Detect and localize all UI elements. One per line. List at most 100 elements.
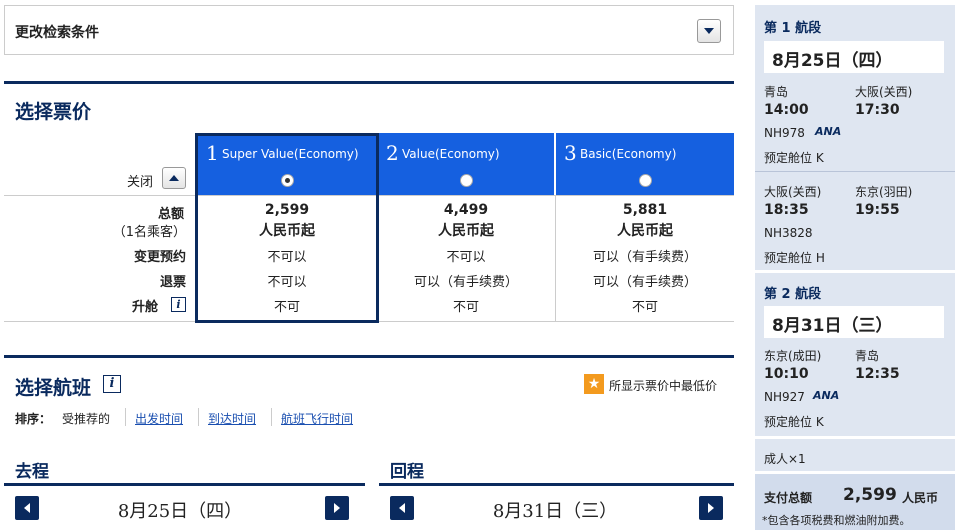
sort-arrival-time[interactable]: 到达时间 [208, 410, 256, 427]
flights-info-icon[interactable]: i [103, 375, 121, 393]
fare-column-1-header[interactable]: 1 Super Value(Economy) [198, 133, 376, 195]
total-label: 支付总额 [764, 491, 813, 505]
fare-grid-line [555, 195, 556, 321]
fare-column-2-upgrade: 不可 [452, 300, 479, 315]
fare-column-3-unit: 人民币起 [617, 223, 673, 239]
chevron-left-icon [24, 503, 30, 513]
fare-column-1-name: Super Value(Economy) [222, 147, 359, 161]
sort-divider [125, 408, 126, 426]
seg1-leg2-arr: 19:55 [855, 202, 900, 218]
info-icon[interactable]: i [171, 297, 186, 312]
fare-close-button[interactable] [162, 167, 186, 189]
fare-column-2-unit: 人民币起 [438, 223, 494, 239]
seg2-leg1-to: 青岛 [855, 349, 880, 363]
seg1-leg2-flight: NH3828 [764, 226, 813, 240]
seg1-leg2-from: 大阪(关西) [764, 185, 822, 199]
flights-section-rule [4, 355, 734, 358]
segment-separator [755, 270, 955, 273]
return-date: 8月31日（三） [492, 501, 618, 522]
itinerary-sidebar: 第 1 航段 8月25日（四） 青岛 大阪(关西) 14:00 17:30 NH… [755, 5, 955, 530]
flights-section-title: 选择航班 [15, 377, 92, 399]
passenger-count: 成人×1 [764, 452, 806, 466]
search-conditions-bar[interactable]: 更改检索条件 [4, 5, 734, 55]
segment-2-title: 第 2 航段 [764, 287, 822, 302]
chevron-left-icon [399, 503, 405, 513]
fare-column-2-header[interactable]: 2 Value(Economy) [378, 133, 554, 195]
star-icon: ★ [584, 374, 604, 394]
fare-column-1-unit: 人民币起 [259, 223, 315, 239]
chevron-up-icon [169, 175, 179, 181]
ana-logo: ANA [813, 389, 840, 402]
fare-grid-line [4, 321, 734, 322]
outbound-prev-day-button[interactable] [15, 496, 39, 520]
sort-departure-time[interactable]: 出发时间 [135, 410, 183, 427]
seg1-leg1-to: 大阪(关西) [855, 85, 913, 99]
return-next-day-button[interactable] [699, 496, 723, 520]
fare-column-1-number: 1 [206, 141, 219, 165]
outbound-date: 8月25日（四） [117, 501, 243, 522]
fare-column-1-change: 不可以 [267, 250, 307, 265]
sort-recommended[interactable]: 受推荐的 [62, 410, 110, 427]
fare-column-3-refund: 可以（有手续费） [592, 275, 697, 290]
seg2-leg1-flight: NH927 [764, 390, 805, 404]
row-label-total: 总额 [157, 207, 184, 222]
row-label-per-pax: （1名乘客） [112, 225, 186, 240]
segment-2-date: 8月31日（三） [764, 306, 944, 338]
fare-column-1-upgrade: 不可 [273, 300, 300, 315]
search-toggle-button[interactable] [697, 19, 721, 43]
fare-column-1-price: 2,599 [264, 202, 310, 218]
fare-column-2-name: Value(Economy) [402, 147, 500, 161]
sort-flight-duration[interactable]: 航班飞行时间 [281, 410, 353, 427]
fare-column-3-name: Basic(Economy) [580, 147, 677, 161]
seg1-leg1-flight: NH978 [764, 126, 805, 140]
fare-column-2-change: 不可以 [446, 250, 486, 265]
total-value: 2,599 [843, 485, 897, 505]
fare-column-1[interactable]: 1 Super Value(Economy) 2,599 人民币起 不可以 不可… [198, 133, 376, 321]
chevron-right-icon [708, 503, 714, 513]
seg2-leg1-arr: 12:35 [855, 366, 900, 382]
outbound-rule [4, 483, 365, 486]
seg1-leg2-to: 东京(羽田) [855, 185, 913, 199]
seg2-leg1-class: 预定舱位 K [764, 415, 824, 429]
fare-column-2-radio[interactable] [460, 174, 473, 187]
return-prev-day-button[interactable] [390, 496, 414, 520]
fare-column-3[interactable]: 3 Basic(Economy) 5,881 人民币起 可以（有手续费） 可以（… [556, 133, 734, 321]
fare-column-2-number: 2 [386, 141, 399, 165]
leg-separator [755, 171, 955, 172]
seg1-leg2-dep: 18:35 [764, 202, 809, 218]
lowest-fare-note: 所显示票价中最低价 [609, 379, 718, 393]
chevron-down-icon [704, 28, 714, 34]
seg1-leg1-from: 青岛 [764, 85, 789, 99]
fare-grid-line [4, 195, 734, 196]
fare-column-3-change: 可以（有手续费） [592, 250, 697, 265]
fare-column-2-refund: 可以（有手续费） [413, 275, 518, 290]
fare-grid-line [377, 195, 378, 321]
outbound-next-day-button[interactable] [325, 496, 349, 520]
segment-1-title: 第 1 航段 [764, 21, 822, 36]
search-conditions-label: 更改检索条件 [15, 25, 99, 41]
return-label: 回程 [390, 462, 424, 482]
fare-column-3-upgrade: 不可 [631, 300, 658, 315]
fare-column-3-header[interactable]: 3 Basic(Economy) [556, 133, 734, 195]
row-label-refund: 退票 [159, 275, 186, 290]
chevron-right-icon [334, 503, 340, 513]
seg2-leg1-from: 东京(成田) [764, 349, 822, 363]
ana-logo: ANA [815, 125, 842, 138]
sort-divider [198, 408, 199, 426]
fare-close-label: 关闭 [127, 175, 154, 190]
seg2-leg1-dep: 10:10 [764, 366, 809, 382]
segment-1-date: 8月25日（四） [764, 41, 944, 73]
seg1-leg1-arr: 17:30 [855, 102, 900, 118]
fare-section-title: 选择票价 [15, 101, 92, 123]
fare-column-2-price: 4,499 [443, 202, 489, 218]
sort-divider [271, 408, 272, 426]
fare-row-labels: 总额 （1名乘客） 变更预约 退票 升舱 i [4, 195, 194, 321]
row-label-change: 变更预约 [133, 250, 186, 265]
seg1-leg1-class: 预定舱位 K [764, 151, 824, 165]
row-label-upgrade: 升舱 [131, 300, 158, 315]
fare-column-3-radio[interactable] [639, 174, 652, 187]
fare-column-2[interactable]: 2 Value(Economy) 4,499 人民币起 不可以 可以（有手续费）… [378, 133, 554, 321]
fare-column-1-refund: 不可以 [267, 275, 307, 290]
fare-column-1-radio[interactable] [281, 174, 294, 187]
total-unit: 人民币 [902, 491, 939, 505]
